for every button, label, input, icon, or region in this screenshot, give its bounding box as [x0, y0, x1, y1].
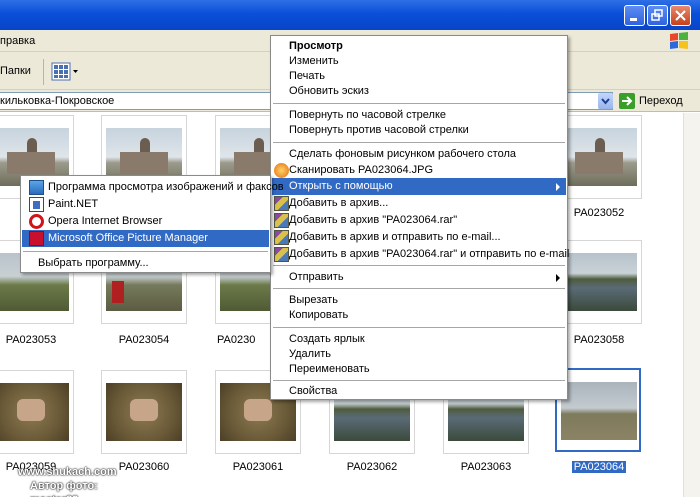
submenu-item-image-viewer[interactable]: Программа просмотра изображений и факсов — [22, 179, 284, 196]
watermark-author: Автор фото: master89 — [30, 480, 98, 497]
thumbnail-caption: PA023062 — [346, 461, 398, 473]
close-icon — [675, 10, 686, 21]
menu-item-send-to[interactable]: Отправить — [272, 269, 566, 286]
submenu-item-paint-net[interactable]: Paint.NET — [22, 196, 269, 213]
menu-separator — [273, 265, 565, 266]
menu-item-copy[interactable]: Копировать — [272, 307, 566, 324]
thumbnail[interactable] — [0, 370, 74, 454]
address-dropdown-button[interactable] — [598, 93, 613, 109]
menu-separator — [273, 380, 565, 381]
restore-icon — [651, 9, 663, 21]
thumbnail[interactable] — [101, 370, 187, 454]
menu-separator — [23, 251, 268, 252]
menu-help[interactable]: правка — [0, 35, 35, 47]
views-button[interactable] — [50, 61, 80, 83]
menu-item-scan[interactable]: Сканировать PA023064.JPG — [272, 162, 566, 179]
vertical-scrollbar[interactable] — [683, 113, 700, 497]
thumbnail-caption: PA023061 — [232, 461, 284, 473]
go-label: Переход — [639, 95, 683, 107]
menu-item-open-with[interactable]: Открыть с помощью — [272, 178, 566, 195]
maximize-button[interactable] — [647, 5, 668, 26]
image-viewer-icon — [29, 180, 44, 195]
open-with-submenu: Программа просмотра изображений и факсов… — [20, 175, 284, 273]
thumbnail[interactable] — [556, 115, 642, 199]
menu-item-add-rar[interactable]: Добавить в архив "PA023064.rar" — [272, 212, 566, 229]
thumbnail-caption: PA023063 — [460, 461, 512, 473]
menu-item-refresh-thumbnail[interactable]: Обновить эскиз — [272, 83, 566, 100]
winrar-icon — [274, 213, 289, 228]
winrar-icon — [274, 196, 289, 211]
submenu-arrow-icon — [556, 274, 560, 282]
thumbnail-caption: PA023053 — [5, 334, 57, 346]
menu-separator — [273, 327, 565, 328]
menu-item-add-archive[interactable]: Добавить в архив... — [272, 195, 566, 212]
go-arrow-icon — [619, 93, 635, 109]
watermark-site: www.shukach.com — [18, 466, 117, 478]
go-button[interactable]: Переход — [619, 93, 697, 110]
menu-item-add-email[interactable]: Добавить в архив и отправить по e-mail..… — [272, 229, 566, 246]
menu-separator — [273, 142, 565, 143]
menu-item-set-wallpaper[interactable]: Сделать фоновым рисунком рабочего стола — [272, 146, 566, 163]
close-button[interactable] — [670, 5, 691, 26]
paint-net-icon — [29, 197, 44, 212]
menu-item-rename[interactable]: Переименовать — [272, 361, 566, 378]
watermark: www.shukach.com Автор фото: master89 — [18, 465, 148, 497]
picture-manager-icon — [29, 231, 44, 246]
folders-button[interactable]: Папки — [0, 65, 31, 77]
toolbar-separator — [43, 59, 44, 85]
minimize-icon — [630, 18, 637, 21]
address-path: кильковка-Покровское — [0, 95, 115, 107]
title-bar — [0, 0, 700, 30]
thumbnail-caption: PA023054 — [118, 334, 170, 346]
submenu-arrow-icon — [556, 183, 560, 191]
submenu-item-opera[interactable]: Opera Internet Browser — [22, 213, 269, 230]
thumbnail-caption-selected[interactable]: PA023064 — [554, 461, 644, 473]
menu-item-rotate-ccw[interactable]: Повернуть против часовой стрелки — [272, 122, 566, 139]
scan-icon — [274, 163, 289, 178]
opera-icon — [29, 214, 44, 229]
context-menu: Просмотр Изменить Печать Обновить эскиз … — [270, 35, 569, 400]
submenu-item-choose-program[interactable]: Выбрать программу... — [22, 255, 269, 272]
chevron-down-icon — [601, 98, 610, 105]
menu-item-properties[interactable]: Свойства — [272, 383, 566, 400]
submenu-item-picture-manager[interactable]: Microsoft Office Picture Manager — [22, 230, 269, 247]
menu-separator — [273, 288, 565, 289]
winrar-icon — [274, 247, 289, 262]
winrar-icon — [274, 230, 289, 245]
minimize-button[interactable] — [624, 5, 645, 26]
menu-separator — [273, 103, 565, 104]
menu-item-add-rar-email[interactable]: Добавить в архив "PA023064.rar" и отправ… — [272, 246, 569, 263]
windows-logo-icon — [670, 32, 688, 49]
